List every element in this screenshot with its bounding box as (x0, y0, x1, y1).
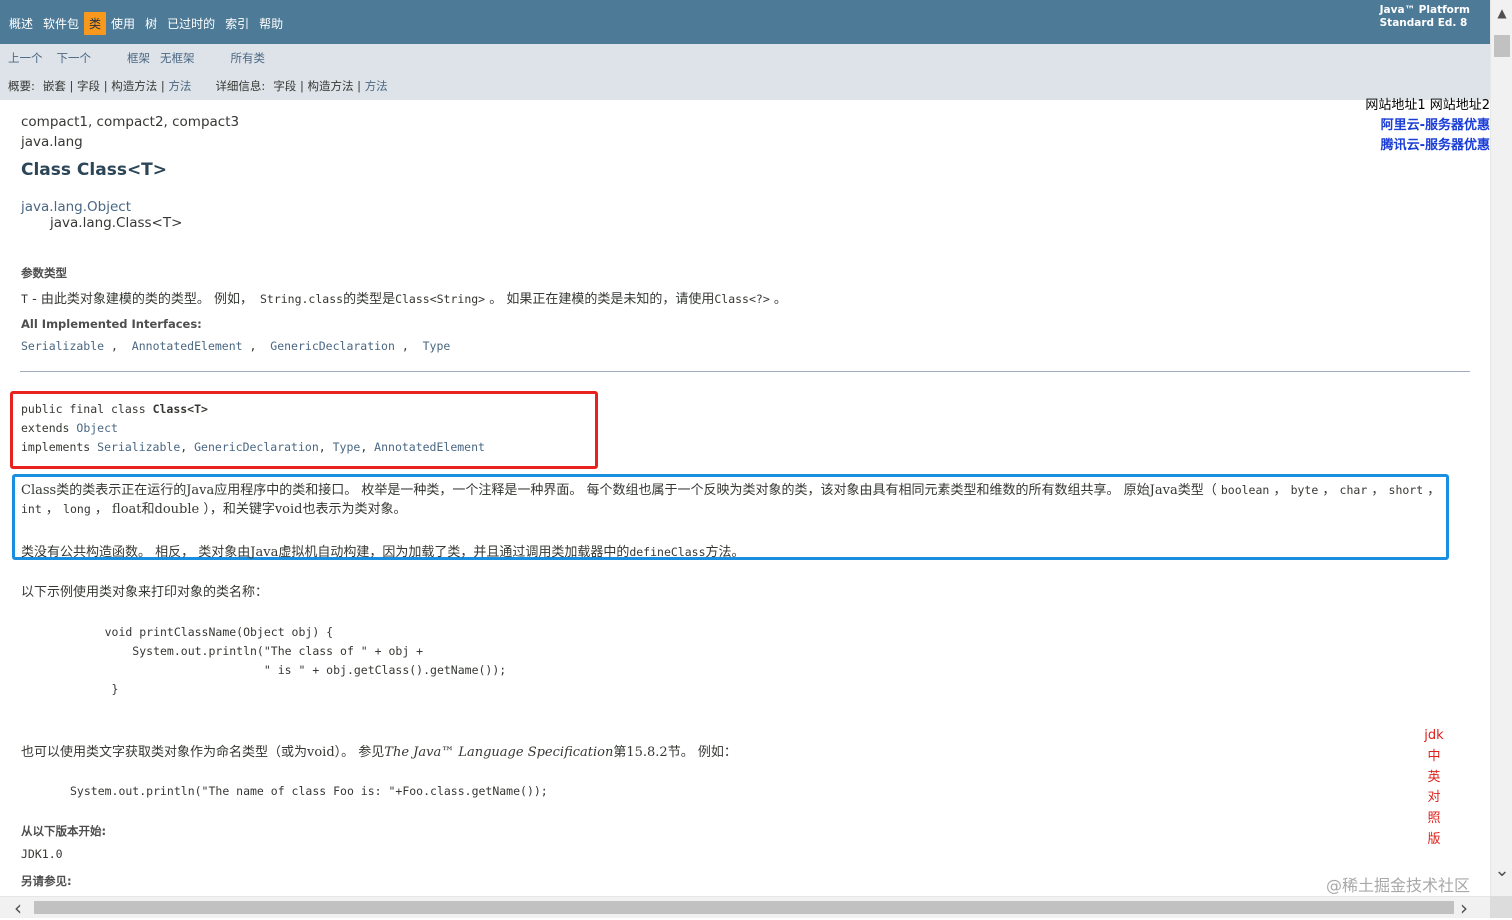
horizontal-scroll-thumb[interactable] (34, 901, 1454, 914)
nav-index[interactable]: 索引 (220, 12, 254, 35)
class-description-para2: 类没有公共构造函数。 相反， 类对象由Java虚拟机自动构建，因为加载了类，并且… (21, 541, 745, 560)
interfaces-label: All Implemented Interfaces: (21, 317, 202, 331)
desc-code-char: char (1339, 483, 1368, 497)
platform-line2: Standard Ed. 8 (1379, 17, 1468, 29)
decl-object-link[interactable]: Object (76, 421, 118, 435)
nav-class-active[interactable]: 类 (84, 12, 107, 35)
decl-type-link[interactable]: Type (333, 440, 361, 454)
type-param-code2: Class<String> (395, 292, 486, 306)
code-example: void printClassName(Object obj) { System… (104, 625, 507, 696)
see-also-label: 另请参见: (21, 874, 72, 888)
jls-reference: The Java™ Language Specification (384, 745, 614, 760)
site-address-links[interactable]: 网站地址1 网站地址2 (1365, 96, 1490, 116)
decl-line1-keyword: public final class (21, 402, 153, 416)
profiles-text: compact1, compact2, compact3 (21, 114, 240, 130)
type-param-desc4: 。 (769, 292, 787, 307)
desc-para1-tail: ），和关键字void也表示为类对象。 (203, 502, 407, 517)
scroll-left-arrow-icon[interactable]: ‹ (14, 898, 22, 918)
desc-code-int: int (21, 502, 42, 516)
literal-intro: 也可以使用类文字获取类对象作为命名类型（或为void）。 参见The Java™… (21, 741, 737, 760)
hierarchy-child: java.lang.Class<T> (50, 215, 183, 231)
subnav-row-summary: 概要: 嵌套 | 字段 | 构造方法 | 方法 详细信息: 字段 | 构造方法 … (8, 78, 388, 94)
tencent-promo-link[interactable]: 腾讯云-服务器优惠 (1365, 136, 1490, 156)
top-navbar: 概述 软件包 类 使用 树 已过时的 索引 帮助 Java™ Platform … (0, 0, 1490, 44)
package-name: java.lang (21, 134, 83, 150)
desc-code-short: short (1388, 483, 1424, 497)
scroll-up-arrow-icon[interactable]: ▲ (1495, 6, 1509, 20)
type-param-line: T - 由此类对象建模的类的类型。 例如， String.class的类型是Cl… (21, 288, 787, 307)
vertical-scroll-thumb[interactable] (1494, 35, 1510, 57)
scrollbar-corner (1490, 896, 1512, 918)
desc-code-byte: byte (1290, 483, 1319, 497)
type-param-desc1: 由此类对象建模的类的类型。 例如， (40, 292, 254, 307)
type-param-desc2: 的类型是 (343, 292, 396, 307)
vertical-scrollbar[interactable]: ▲ ⌄ (1490, 0, 1512, 896)
decl-line3-keyword: implements (21, 440, 98, 454)
scroll-down-arrow-icon[interactable]: ⌄ (1493, 862, 1511, 880)
interface-link-serializable[interactable]: Serializable (21, 339, 104, 353)
literal-intro-tail: 第15.8.2节。 例如： (613, 745, 737, 760)
detail-items[interactable]: 字段 | 构造方法 | (273, 78, 364, 94)
nav-help[interactable]: 帮助 (254, 12, 288, 35)
decl-class-name: Class<T> (152, 402, 208, 416)
type-param-name: T (21, 292, 28, 306)
type-params-label: 参数类型 (21, 266, 67, 280)
frames-link[interactable]: 框架 (127, 50, 150, 66)
section-divider (20, 371, 1470, 372)
desc-para2-code: defineClass (629, 545, 706, 559)
desc-para2-text: 类没有公共构造函数。 相反， 类对象由Java虚拟机自动构建，因为加载了类，并且… (21, 545, 630, 560)
sub-navbar: 上一个 下一个 框架 无框架 所有类 概要: 嵌套 | 字段 | 构造方法 | … (0, 44, 1490, 100)
decl-genericdeclaration-link[interactable]: GenericDeclaration (194, 440, 319, 454)
summary-items[interactable]: 嵌套 | 字段 | 构造方法 | (43, 78, 169, 94)
next-class-link[interactable]: 下一个 (57, 50, 92, 66)
subnav-row-links: 上一个 下一个 框架 无框架 所有类 (8, 50, 265, 66)
desc-para1-text: Class类的类表示正在运行的Java应用程序中的类和接口。 枚举是一种类，一个… (21, 483, 1221, 498)
nav-tree[interactable]: 树 (140, 12, 162, 35)
literal-intro-text: 也可以使用类文字获取类对象作为命名类型（或为void）。 参见 (21, 745, 385, 760)
desc-para2-tail: 方法。 (705, 545, 745, 560)
type-param-code3: Class<?> (714, 292, 770, 306)
top-nav-items: 概述 软件包 类 使用 树 已过时的 索引 帮助 (4, 12, 288, 35)
interface-link-type[interactable]: Type (423, 339, 451, 353)
code-example-2: System.out.println("The name of class Fo… (70, 784, 548, 798)
since-value: JDK1.0 (21, 847, 63, 861)
interface-link-genericdeclaration[interactable]: GenericDeclaration (270, 339, 395, 353)
hierarchy-parent-link[interactable]: java.lang.Object (21, 199, 131, 215)
platform-label: Java™ Platform Standard Ed. 8 (1380, 4, 1470, 30)
interface-link-annotatedelement[interactable]: AnnotatedElement (132, 339, 243, 353)
nav-overview[interactable]: 概述 (4, 12, 38, 35)
summary-label: 概要: (8, 79, 35, 93)
jdk-bilingual-badge[interactable]: jdk中英对照版 (1424, 726, 1444, 851)
page-title: Class Class<T> (21, 160, 168, 180)
class-description-para1: Class类的类表示正在运行的Java应用程序中的类和接口。 枚举是一种类，一个… (21, 483, 1441, 517)
watermark: @稀土掘金技术社区 (1326, 876, 1471, 895)
scroll-right-arrow-icon[interactable]: › (1460, 898, 1468, 918)
type-param-desc3: 。 如果正在建模的类是未知的，请使用 (485, 292, 715, 307)
desc-float-double: float和double (107, 502, 204, 517)
decl-serializable-link[interactable]: Serializable (97, 440, 180, 454)
type-param-code1: String.class (253, 292, 344, 306)
nav-deprecated[interactable]: 已过时的 (162, 12, 220, 35)
detail-label: 详细信息: (215, 79, 266, 93)
type-param-dash: - (27, 292, 41, 307)
interfaces-list: Serializable , AnnotatedElement , Generi… (21, 339, 451, 353)
desc-code-long: long (63, 502, 91, 516)
class-declaration: public final class Class<T> extends Obje… (21, 402, 485, 454)
summary-method-link[interactable]: 方法 (168, 78, 191, 94)
since-label: 从以下版本开始: (21, 824, 107, 838)
horizontal-scrollbar[interactable]: ‹ › (0, 896, 1490, 918)
detail-method-link[interactable]: 方法 (365, 78, 388, 94)
prev-class-link[interactable]: 上一个 (8, 50, 43, 66)
side-links: 网站地址1 网站地址2 阿里云-服务器优惠 腾讯云-服务器优惠 (1365, 96, 1490, 156)
decl-line2-keyword: extends (21, 421, 77, 435)
aliyun-promo-link[interactable]: 阿里云-服务器优惠 (1365, 116, 1490, 136)
nav-use[interactable]: 使用 (106, 12, 140, 35)
platform-line1: Java™ Platform (1379, 4, 1470, 16)
desc-code-boolean: boolean (1220, 483, 1270, 497)
no-frames-link[interactable]: 无框架 (160, 50, 195, 66)
decl-annotatedelement-link[interactable]: AnnotatedElement (374, 440, 485, 454)
example-intro: 以下示例使用类对象来打印对象的类名称： (21, 585, 269, 600)
all-classes-link[interactable]: 所有类 (231, 50, 266, 66)
nav-package[interactable]: 软件包 (38, 12, 84, 35)
